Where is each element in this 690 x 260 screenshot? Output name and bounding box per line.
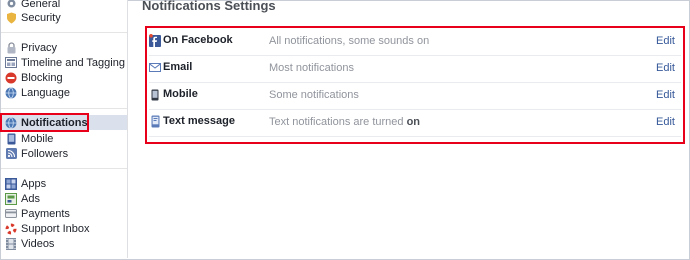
sidebar-item-label: Apps (21, 177, 47, 190)
sidebar-item-security[interactable]: Security (1, 10, 127, 25)
sidebar-divider (1, 32, 127, 33)
sidebar-item-support-inbox[interactable]: Support Inbox (1, 221, 127, 236)
shield-icon (5, 12, 17, 24)
page-title: Notifications Settings (142, 0, 276, 13)
mobile-icon (5, 133, 17, 145)
sidebar-item-label: Support Inbox (21, 222, 90, 235)
sidebar-item-ads[interactable]: Ads (1, 191, 127, 206)
film-icon (5, 237, 17, 250)
sidebar-item-label: Followers (21, 147, 69, 160)
lock-icon (5, 41, 17, 54)
notifications-highlight-box (145, 26, 685, 144)
sidebar-item-language[interactable]: Language (1, 85, 127, 100)
block-icon (5, 72, 17, 84)
sidebar-divider (1, 168, 127, 169)
ads-icon (5, 192, 17, 205)
timeline-icon (5, 57, 17, 69)
notifications-highlight-box (0, 113, 89, 132)
sidebar-item-label: Mobile (21, 132, 54, 145)
sidebar-item-mobile[interactable]: Mobile (1, 131, 127, 146)
sidebar-item-privacy[interactable]: Privacy (1, 40, 127, 55)
globe-icon (5, 86, 17, 99)
sidebar-item-payments[interactable]: Payments (1, 206, 127, 221)
rss-icon (5, 148, 17, 160)
gear-icon (5, 0, 17, 10)
sidebar-item-label: Blocking (21, 71, 63, 84)
sidebar-item-label: Security (21, 11, 61, 24)
sidebar-item-label: Language (21, 86, 70, 99)
sidebar-item-label: Privacy (21, 41, 58, 54)
lifebuoy-icon (5, 223, 17, 235)
apps-icon (5, 177, 17, 190)
sidebar-item-label: Timeline and Tagging (21, 56, 125, 69)
card-icon (5, 208, 17, 220)
sidebar-item-apps[interactable]: Apps (1, 176, 127, 191)
sidebar-item-label: Payments (21, 207, 70, 220)
sidebar-item-videos[interactable]: Videos (1, 236, 127, 251)
sidebar-item-label: Videos (21, 237, 55, 250)
sidebar-item-blocking[interactable]: Blocking (1, 70, 127, 85)
sidebar-item-followers[interactable]: Followers (1, 146, 127, 161)
sidebar-item-label: General (21, 0, 61, 10)
sidebar-divider (1, 108, 127, 109)
sidebar-item-label: Ads (21, 192, 40, 205)
sidebar-item-timeline-and-tagging[interactable]: Timeline and Tagging (1, 55, 127, 70)
